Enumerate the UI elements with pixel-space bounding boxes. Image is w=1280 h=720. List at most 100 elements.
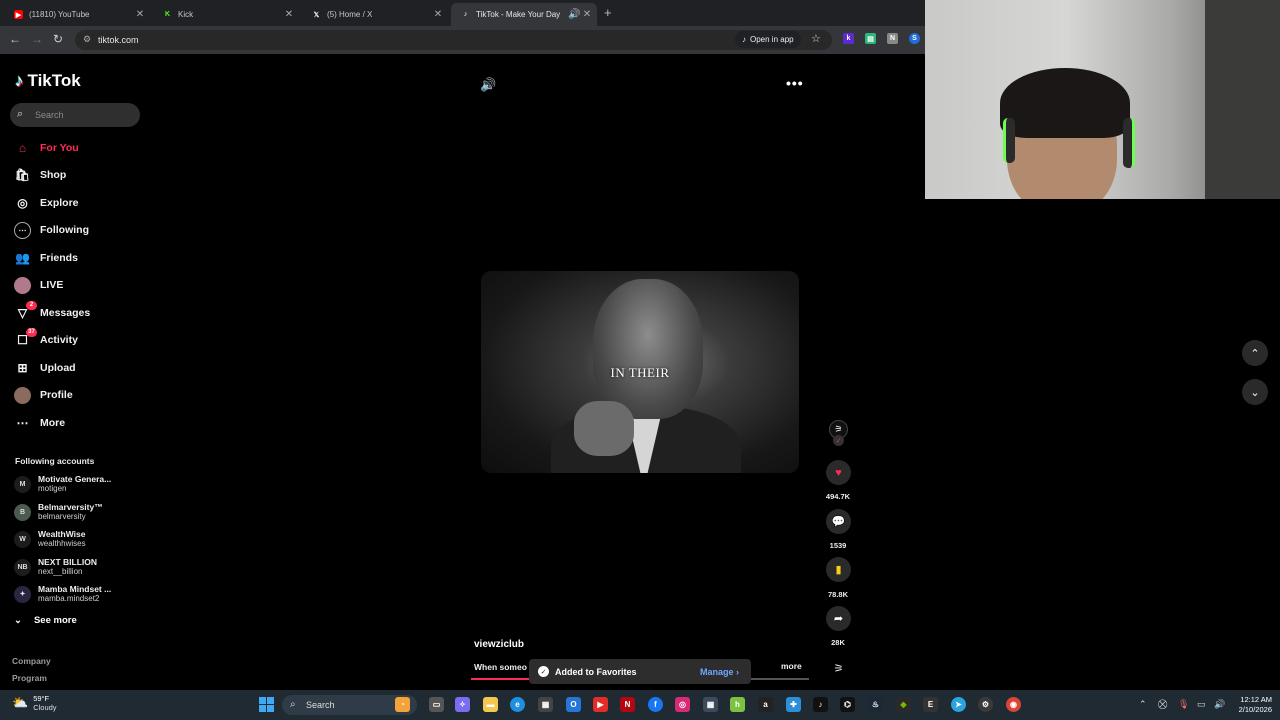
extension-meter-icon[interactable]: ▤ [865,33,876,44]
back-icon[interactable]: ← [9,32,21,46]
nav-live[interactable]: LIVE [14,275,63,295]
youtube-icon[interactable]: ▶ [593,697,608,712]
tiktok-logo[interactable]: ♪ TikTok [15,71,81,91]
hulu-icon[interactable]: h [730,697,745,712]
music-disc-button[interactable]: ⚞ [826,656,851,681]
follow-check-icon[interactable]: ✓ [833,435,844,446]
monitor-icon[interactable]: ▭ [1197,699,1206,710]
weather-temp: 59°F [33,694,50,703]
favorites-toast: ✓ Added to Favorites Manage › [529,659,751,684]
following-account[interactable]: NB NEXT BILLION next__billion [14,555,97,579]
nav-label: Shop [40,169,67,181]
amazon-icon[interactable]: a [758,697,773,712]
nav-profile[interactable]: Profile [14,385,73,405]
tab-kick[interactable]: K Kick ✕ [153,3,299,26]
tab-tiktok[interactable]: ♪ TikTok - Make Your Day 🔊 ✕ [451,3,597,26]
capcut-icon[interactable]: ⌬ [840,697,855,712]
following-account[interactable]: B Belmarversity™ belmarversity [14,500,103,524]
footer-link-program[interactable]: Program [12,673,47,683]
extension-k-icon[interactable]: k [843,33,854,44]
pizza-app-icon[interactable]: ◔ [395,697,410,712]
nav-messages[interactable]: ▽ 2 Messages [14,300,90,323]
site-info-icon[interactable]: ⚙ [83,34,91,45]
steam-icon[interactable]: ♨ [868,697,883,712]
store-icon[interactable]: ▦ [538,697,553,712]
taskbar-clock[interactable]: 12:12 AM 2/10/2026 [1230,695,1272,715]
tiktok-icon: ♪ [742,35,746,44]
facebook-icon[interactable]: f [648,697,663,712]
speaker-icon[interactable]: 🔊 [568,9,580,20]
next-video-button[interactable]: ⌄ [1242,379,1268,405]
following-account[interactable]: M Motivate Genera... motigen [14,472,111,496]
footer-link-company[interactable]: Company [12,656,51,666]
open-in-app-button[interactable]: ♪ Open in app [735,31,801,48]
avatar: ✦ [14,585,31,603]
file-explorer-icon[interactable]: ▬ [483,697,498,712]
like-button[interactable]: ♥ [826,460,851,485]
nav-activity[interactable]: ☐ 37 Activity [14,327,78,350]
epic-games-icon[interactable]: E [923,697,938,712]
chrome-icon[interactable]: ◉ [1006,697,1021,712]
tray-chevron-icon[interactable]: ⌃ [1139,699,1147,710]
bookmark-star-icon[interactable]: ☆ [811,32,821,45]
task-view-icon[interactable]: ▭ [429,697,444,712]
tab-title: TikTok - Make Your Day [476,10,561,19]
weather-widget[interactable]: ⛅ 59°F Cloudy [12,694,57,712]
more-options-icon[interactable]: ••• [786,75,804,91]
copilot-icon[interactable]: ✧ [455,697,470,712]
account-handle: mamba.mindset2 [38,594,100,603]
see-more-button[interactable]: ⌄ See more [14,615,77,626]
outlook-icon[interactable]: O [566,697,581,712]
instagram-icon[interactable]: ◎ [675,697,690,712]
tab-x[interactable]: 𝕏 (5) Home / X ✕ [302,3,448,26]
toast-manage-link[interactable]: Manage › [700,667,739,677]
video-player[interactable]: IN THEIR [481,271,799,473]
search-input[interactable]: ⌕ Search [10,103,140,127]
nav-upload[interactable]: ⊞ Upload [14,358,75,378]
tiktok-icon[interactable]: ♪ [813,697,828,712]
video-username[interactable]: viewziclub [474,639,524,650]
following-account[interactable]: ✦ Mamba Mindset ... mamba.mindset2 [14,582,111,606]
tab-youtube[interactable]: ▶ (11810) YouTube ✕ [4,3,150,26]
netflix-icon[interactable]: N [620,697,635,712]
nav-explore[interactable]: ◎ Explore [14,193,78,213]
nvidia-icon[interactable]: ◆ [896,697,911,712]
network-icon[interactable]: ⛒ [1158,699,1167,710]
reload-icon[interactable]: ↻ [53,32,63,46]
telegram-icon[interactable]: ➤ [951,697,966,712]
microphone-icon[interactable]: 🎙 [1178,699,1189,710]
nav-more[interactable]: ⋯ More [14,413,66,433]
tab-title: Kick [178,10,194,19]
nav-for-you[interactable]: ⌂ For You [14,138,79,158]
previous-video-button[interactable]: ⌃ [1242,340,1268,366]
new-tab-button[interactable]: + [604,5,612,20]
description-more-link[interactable]: more [781,661,802,671]
nav-friends[interactable]: 👥 Friends [14,248,78,268]
start-button[interactable] [259,697,274,712]
calculator-icon[interactable]: ▦ [703,697,718,712]
nav-following[interactable]: ⋯ Following [14,220,89,240]
extension-s-icon[interactable]: S [909,33,920,44]
tab-title: (5) Home / X [327,10,373,19]
nav-label: LIVE [40,279,64,291]
forward-icon[interactable]: → [31,32,43,46]
share-button[interactable]: ➦ [826,606,851,631]
extension-n-icon[interactable]: N [887,33,898,44]
settings-icon[interactable]: ⚙ [978,697,993,712]
close-icon[interactable]: ✕ [133,9,147,20]
edge-icon[interactable]: e [510,697,525,712]
close-icon[interactable]: ✕ [580,9,594,20]
profile-icon [14,386,31,404]
close-icon[interactable]: ✕ [431,9,445,20]
nav-shop[interactable]: 🛍 Shop [14,165,66,185]
following-account[interactable]: W WealthWise wealthhwises [14,527,86,551]
url-field[interactable]: ⚙ tiktok.com [75,30,832,50]
close-icon[interactable]: ✕ [282,9,296,20]
share-icon: ➦ [833,613,844,625]
open-in-app-label: Open in app [750,35,794,44]
volume-icon[interactable]: 🔊 [480,77,496,93]
favorite-button[interactable]: ▮ [826,557,851,582]
snip-icon[interactable]: ✚ [786,697,801,712]
comment-button[interactable]: 💬 [826,509,851,534]
volume-icon[interactable]: 🔊 [1214,699,1225,710]
